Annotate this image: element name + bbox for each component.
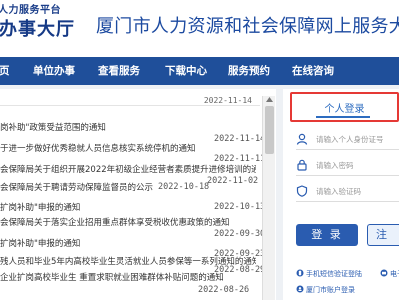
nav-item-appointment[interactable]: 服务预约 bbox=[228, 57, 270, 85]
tab-personal-login-label: 个人登录 bbox=[324, 104, 365, 115]
nav-item-unit-services[interactable]: 单位办事 bbox=[33, 57, 75, 85]
nav-item-consult[interactable]: 在线咨询 bbox=[292, 57, 334, 85]
logo-title[interactable]: 办事大厅 bbox=[0, 15, 75, 41]
ecard-login-link[interactable]: 电子 bbox=[380, 269, 399, 280]
news-date: 2022-10-13 bbox=[214, 202, 266, 212]
scroll-up-arrow-icon[interactable] bbox=[265, 96, 274, 104]
card-icon bbox=[380, 269, 388, 277]
ecard-login-label: 电子 bbox=[390, 270, 399, 278]
user-icon bbox=[296, 133, 308, 145]
header: 人力服务平台 办事大厅 厦门市人力资源和社会保障网上服务大厅 bbox=[0, 0, 399, 57]
nav-item-view-services[interactable]: 查看服务 bbox=[98, 57, 140, 85]
xiamen-account-login-link[interactable]: 厦门市账户登录 bbox=[296, 285, 355, 296]
account-icon bbox=[296, 285, 304, 293]
password-field bbox=[296, 154, 399, 176]
news-date: 2022-11-02 bbox=[207, 176, 259, 186]
shield-icon bbox=[296, 185, 308, 197]
xiamen-account-login-label: 厦门市账户登录 bbox=[306, 286, 355, 294]
captcha-input[interactable] bbox=[316, 183, 399, 199]
nav-item-home[interactable]: 页 bbox=[0, 57, 10, 85]
phone-icon bbox=[296, 269, 304, 277]
news-panel: 2022-11-14 岗补助"政策受益范围的通知 2022-11-14 于进一步… bbox=[0, 89, 276, 300]
news-item[interactable]: 扩岗补助"申报的通知 bbox=[0, 237, 200, 251]
main-nav: 页 单位办事 查看服务 下载中心 服务预约 在线咨询 bbox=[0, 57, 399, 85]
site-title: 厦门市人力资源和社会保障网上服务大厅 bbox=[96, 16, 399, 37]
id-number-input[interactable] bbox=[316, 131, 399, 147]
news-scrollbar[interactable] bbox=[262, 96, 275, 300]
news-date: 2022-09-30 bbox=[214, 229, 266, 239]
page: 人力服务平台 办事大厅 厦门市人力资源和社会保障网上服务大厅 页 单位办事 查看… bbox=[0, 0, 399, 300]
nav-item-downloads[interactable]: 下载中心 bbox=[165, 57, 207, 85]
tab-personal-login[interactable]: 个人登录 bbox=[290, 92, 399, 122]
news-header: 2022-11-14 bbox=[0, 89, 260, 106]
news-date: 2022-10-18 bbox=[158, 182, 210, 192]
news-date: 2022-08-26 bbox=[198, 285, 250, 295]
register-button[interactable]: 注 bbox=[367, 224, 399, 246]
login-button[interactable]: 登 录 bbox=[296, 224, 358, 246]
tab-active-indicator bbox=[316, 116, 370, 118]
news-item[interactable]: 岗补助"政策受益范围的通知 bbox=[0, 121, 200, 135]
logo-subtitle: 人力服务平台 bbox=[0, 5, 61, 16]
login-panel: 个人登录 登 录 注 手机短信验证登陆 bbox=[283, 89, 399, 300]
news-item[interactable]: 扩岗补助"申报的通知 bbox=[0, 201, 200, 215]
news-item[interactable]: 企业扩岗高校毕业生 重置求职就业困难群体补贴问题的通知 bbox=[0, 271, 256, 285]
sms-login-link[interactable]: 手机短信验证登陆 bbox=[296, 269, 362, 280]
scroll-thumb[interactable] bbox=[265, 106, 274, 154]
id-number-field bbox=[296, 128, 399, 150]
sms-login-label: 手机短信验证登陆 bbox=[306, 270, 362, 278]
news-header-date: 2022-11-14 bbox=[203, 96, 252, 105]
password-input[interactable] bbox=[316, 157, 399, 173]
captcha-field bbox=[296, 180, 399, 202]
lock-icon bbox=[297, 159, 307, 171]
